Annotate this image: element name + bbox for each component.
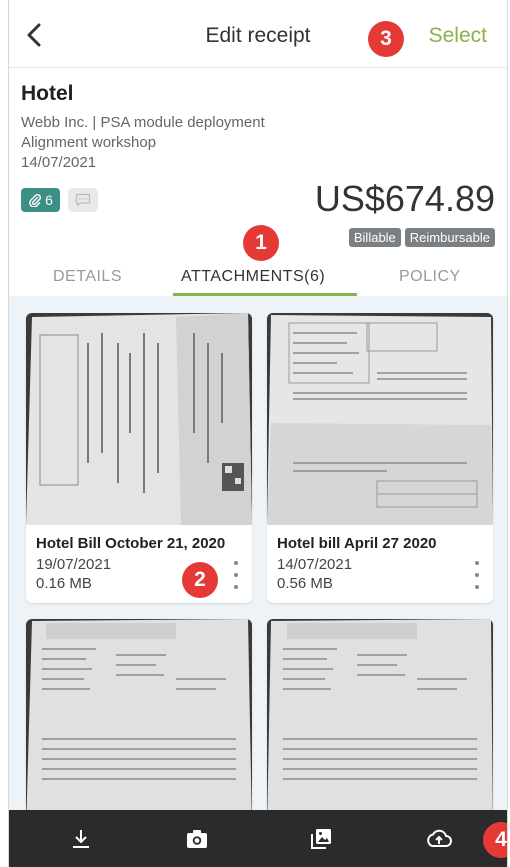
attachment-card[interactable] bbox=[267, 619, 493, 819]
attachment-thumbnail[interactable] bbox=[26, 313, 252, 525]
download-button[interactable] bbox=[67, 825, 95, 853]
more-vertical-icon bbox=[475, 561, 479, 565]
comments-badge[interactable] bbox=[68, 188, 98, 212]
reimbursable-tag: Reimbursable bbox=[404, 228, 495, 247]
merchant-name: Hotel bbox=[21, 82, 74, 105]
attachment-card[interactable]: Hotel Bill October 21, 2020 19/07/2021 0… bbox=[26, 313, 252, 603]
receipt-photo bbox=[26, 313, 252, 525]
receipt-tags: Billable Reimbursable bbox=[348, 228, 495, 247]
attachment-date: 19/07/2021 bbox=[36, 556, 112, 573]
attachment-name: Hotel bill April 27 2020 bbox=[277, 535, 437, 552]
task-name: Alignment workshop bbox=[21, 134, 157, 151]
attachment-count: 6 bbox=[45, 192, 53, 208]
top-bar: Edit receipt Select bbox=[9, 0, 507, 68]
attachment-size: 0.16 MB bbox=[36, 575, 92, 592]
select-button[interactable]: Select bbox=[429, 24, 487, 48]
tab-attachments[interactable]: ATTACHMENTS(6) bbox=[181, 268, 325, 286]
attachment-card[interactable] bbox=[26, 619, 252, 819]
tab-policy[interactable]: POLICY bbox=[399, 268, 461, 286]
company-project: Webb Inc. | PSA module deployment bbox=[21, 114, 265, 131]
attachments-grid: Hotel Bill October 21, 2020 19/07/2021 0… bbox=[9, 296, 507, 819]
attachment-thumbnail[interactable] bbox=[26, 619, 252, 819]
more-vertical-icon bbox=[234, 561, 238, 565]
more-vertical-icon-dot bbox=[234, 585, 238, 589]
cloud-upload-icon bbox=[427, 829, 452, 847]
bottom-toolbar bbox=[9, 810, 507, 867]
camera-button[interactable] bbox=[183, 825, 211, 853]
attachment-count-badge[interactable]: 6 bbox=[21, 188, 60, 212]
tab-bar: DETAILS ATTACHMENTS(6) POLICY bbox=[9, 260, 507, 296]
billable-tag: Billable bbox=[348, 228, 401, 247]
receipt-photo bbox=[26, 619, 252, 819]
attachment-size: 0.56 MB bbox=[277, 575, 333, 592]
more-vertical-icon-dot bbox=[234, 573, 238, 577]
more-options-button[interactable] bbox=[230, 561, 242, 589]
attachment-thumbnail[interactable] bbox=[267, 619, 493, 819]
camera-icon bbox=[187, 830, 207, 848]
callout-marker-2: 2 bbox=[182, 562, 218, 598]
more-options-button[interactable] bbox=[471, 561, 483, 589]
attachment-thumbnail[interactable] bbox=[267, 313, 493, 525]
gallery-icon bbox=[311, 829, 331, 849]
more-vertical-icon-dot bbox=[475, 573, 479, 577]
receipt-amount: US$674.89 bbox=[314, 178, 495, 219]
comment-icon bbox=[75, 193, 91, 207]
more-vertical-icon-dot bbox=[475, 585, 479, 589]
attachment-name: Hotel Bill October 21, 2020 bbox=[36, 535, 226, 552]
attachment-card[interactable]: Hotel bill April 27 2020 14/07/2021 0.56… bbox=[267, 313, 493, 603]
tab-details[interactable]: DETAILS bbox=[53, 268, 122, 286]
attachment-date: 14/07/2021 bbox=[277, 556, 353, 573]
gallery-button[interactable] bbox=[307, 825, 335, 853]
callout-marker-1: 1 bbox=[243, 225, 279, 261]
callout-marker-3: 3 bbox=[368, 21, 404, 57]
receipt-photo bbox=[267, 619, 493, 819]
download-icon bbox=[73, 830, 89, 848]
app-screen: Edit receipt Select 3 Hotel Webb Inc. | … bbox=[8, 0, 508, 867]
upload-button[interactable] bbox=[425, 825, 453, 853]
paperclip-icon bbox=[29, 193, 42, 207]
receipt-photo bbox=[267, 313, 493, 525]
receipt-date: 14/07/2021 bbox=[21, 154, 97, 171]
